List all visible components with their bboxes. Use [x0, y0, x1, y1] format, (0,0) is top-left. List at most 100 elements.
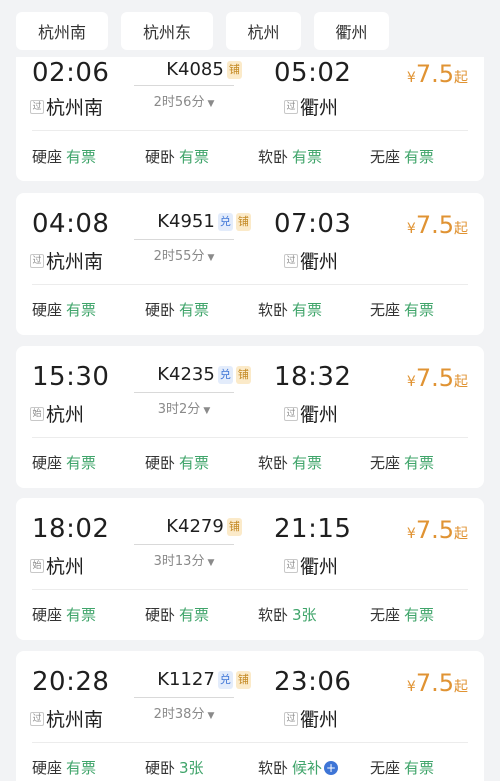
seat-type: 硬座 [32, 606, 63, 624]
seat-type: 软卧 [258, 454, 289, 472]
chevron-down-icon: ▼ [207, 99, 215, 109]
plus-circle-icon[interactable]: + [324, 761, 339, 775]
seat-type: 硬卧 [145, 454, 176, 472]
train-card[interactable]: 02:06 K4085 铺 2时56分 ▼ 05:02 过杭州南 过衢州 ¥7.5… [16, 57, 484, 181]
arrival-station-name: 衢州 [300, 404, 339, 426]
departure-station-name: 杭州南 [46, 709, 104, 731]
duration-toggle[interactable]: 3时2分 ▼ [134, 398, 234, 417]
price: ¥7.5起 [407, 669, 468, 697]
train-card[interactable]: 20:28 K1127 兑 铺 2时38分 ▼ 23:06 过杭州南 过衢州 ¥7… [16, 651, 484, 781]
train-card[interactable]: 04:08 K4951 兑 铺 2时55分 ▼ 07:03 过 杭州南 过衢州 ¥7… [16, 193, 484, 335]
seat-hard-sleeper: 硬卧 有票 [145, 146, 209, 167]
pass-through-tag: 过 [284, 558, 298, 573]
train-number: K4235 [157, 364, 215, 385]
route-line [134, 697, 234, 698]
seat-status: 有票 [292, 301, 323, 319]
seat-hard-seat: 硬座 有票 [32, 757, 96, 778]
train-card[interactable]: 18:02 K4279 铺 3时13分 ▼ 21:15 始杭州 过衢州 ¥7.5起… [16, 498, 484, 640]
seat-type: 软卧 [258, 759, 289, 777]
seat-soft-sleeper[interactable]: 软卧 候补 + [258, 757, 339, 778]
seat-status: 候补 [292, 759, 323, 777]
duration-text: 2时56分 [153, 95, 205, 110]
seat-status: 有票 [179, 606, 210, 624]
train-number-row: K4279 铺 [134, 516, 274, 537]
duration-toggle[interactable]: 2时55分 ▼ [134, 245, 234, 264]
seat-type: 硬卧 [145, 301, 176, 319]
train-card[interactable]: 15:30 K4235 兑 铺 3时2分 ▼ 18:32 始杭州 过衢州 ¥7.5… [16, 346, 484, 488]
price-value: 7.5 [415, 364, 454, 392]
seat-type: 硬座 [32, 759, 63, 777]
filter-chip-hangzhou-east[interactable]: 杭州东 [121, 12, 213, 50]
chevron-down-icon: ▼ [207, 558, 215, 568]
departure-station-name: 杭州 [46, 556, 85, 578]
departure-time: 04:08 [32, 209, 110, 239]
exchange-badge: 兑 [217, 212, 233, 231]
seat-status: 有票 [66, 606, 97, 624]
seat-soft-sleeper: 软卧 有票 [258, 452, 322, 473]
origin-tag: 始 [30, 406, 44, 421]
departure-station-name: 杭州南 [46, 251, 104, 273]
route-line [134, 239, 234, 240]
departure-station: 过杭州南 [30, 93, 103, 120]
seat-status: 有票 [66, 759, 97, 777]
seat-availability: 硬座 有票 硬卧 有票 软卧 有票 无座 有票 [32, 146, 468, 168]
seat-hard-seat: 硬座 有票 [32, 299, 96, 320]
seat-type: 无座 [370, 301, 401, 319]
price-value: 7.5 [415, 516, 454, 544]
exchange-badge: 兑 [217, 670, 233, 689]
price: ¥7.5起 [407, 211, 468, 239]
train-number: K4279 [166, 516, 224, 537]
berth-badge: 铺 [226, 517, 242, 536]
seat-status: 有票 [66, 148, 97, 166]
departure-station: 过杭州南 [30, 705, 103, 732]
filter-chip-quzhou[interactable]: 衢州 [314, 12, 389, 50]
seat-soft-sleeper: 软卧 有票 [258, 299, 322, 320]
arrival-time: 07:03 [274, 209, 352, 239]
arrival-station: 过衢州 [284, 552, 338, 579]
train-number: K4951 [157, 211, 215, 232]
divider [32, 589, 468, 590]
pass-through-tag: 过 [284, 406, 298, 421]
berth-badge: 铺 [235, 365, 251, 384]
seat-hard-sleeper: 硬卧 有票 [145, 604, 209, 625]
pass-through-tag: 过 [284, 253, 298, 268]
filter-chip-hangzhou[interactable]: 杭州 [226, 12, 301, 50]
duration-toggle[interactable]: 3时13分 ▼ [134, 550, 234, 569]
seat-availability: 硬座 有票 硬卧 有票 软卧 有票 无座 有票 [32, 299, 468, 321]
departure-station: 始杭州 [30, 552, 84, 579]
divider [32, 742, 468, 743]
chevron-down-icon: ▼ [207, 711, 215, 721]
seat-type: 软卧 [258, 606, 289, 624]
price-suffix: 起 [454, 70, 468, 86]
arrival-station-name: 衢州 [300, 709, 339, 731]
train-number-row: K4235 兑 铺 [134, 364, 274, 385]
seat-status: 有票 [179, 301, 210, 319]
divider [32, 130, 468, 131]
arrival-time: 05:02 [274, 58, 352, 88]
train-number: K4085 [166, 59, 224, 80]
seat-status: 有票 [404, 454, 435, 472]
seat-type: 硬卧 [145, 148, 176, 166]
seat-type: 软卧 [258, 148, 289, 166]
arrival-station: 过衢州 [284, 247, 338, 274]
berth-badge: 铺 [235, 212, 251, 231]
price-value: 7.5 [415, 60, 454, 88]
seat-type: 无座 [370, 606, 401, 624]
seat-status: 有票 [66, 301, 97, 319]
filter-chip-hangzhou-south[interactable]: 杭州南 [16, 12, 108, 50]
duration-toggle[interactable]: 2时38分 ▼ [134, 703, 234, 722]
seat-hard-seat: 硬座 有票 [32, 452, 96, 473]
price: ¥7.5起 [407, 60, 468, 88]
arrival-station: 过衢州 [284, 400, 338, 427]
arrival-time: 18:32 [274, 362, 352, 392]
departure-time: 15:30 [32, 362, 110, 392]
departure-station-name: 杭州南 [46, 97, 104, 119]
departure-station-name: 杭州 [46, 404, 85, 426]
seat-status: 有票 [292, 148, 323, 166]
seat-standing: 无座 有票 [370, 452, 434, 473]
origin-tag: 始 [30, 558, 44, 573]
duration-toggle[interactable]: 2时56分 ▼ [134, 91, 234, 110]
seat-type: 无座 [370, 454, 401, 472]
arrival-time: 23:06 [274, 667, 352, 697]
departure-time: 20:28 [32, 667, 110, 697]
